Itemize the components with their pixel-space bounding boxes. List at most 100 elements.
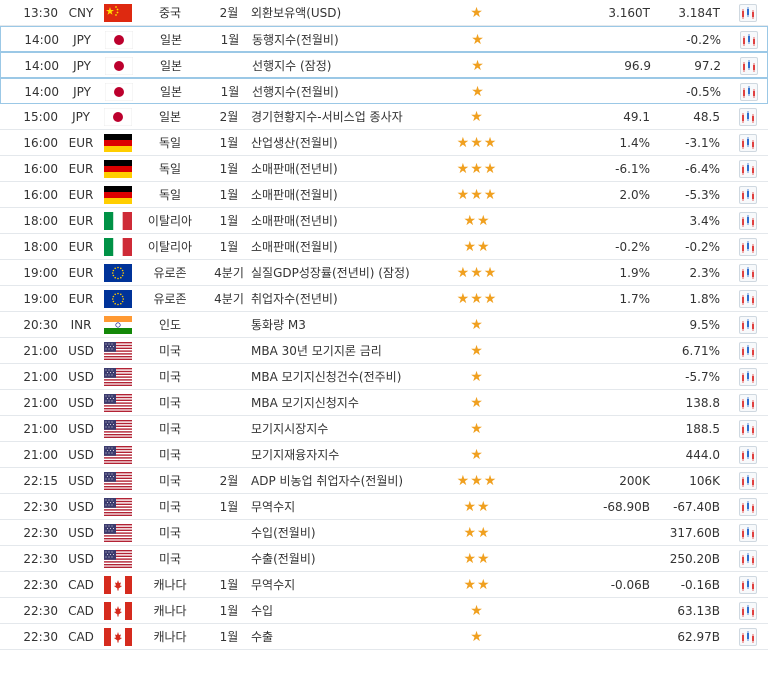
- jp-flag-icon: [105, 31, 133, 49]
- currency-code: CAD: [68, 604, 94, 618]
- chart-icon[interactable]: [739, 160, 757, 178]
- event-name[interactable]: 무역수지: [251, 494, 441, 520]
- eu-flag-icon: [104, 264, 132, 282]
- chart-icon[interactable]: [739, 472, 757, 490]
- event-name[interactable]: 경기현황지수-서비스업 종사자: [251, 104, 441, 130]
- previous-value: 2.3%: [689, 266, 721, 280]
- table-row[interactable]: 22:30 USD 미국 수출(전월비) ★★ 250.20B: [0, 546, 768, 572]
- star-icon: ★: [470, 109, 484, 125]
- us-flag-icon: [104, 446, 132, 464]
- chart-icon[interactable]: [739, 290, 757, 308]
- event-name[interactable]: 무역수지: [251, 572, 441, 598]
- star-icon: ★: [470, 629, 484, 645]
- chart-icon[interactable]: [739, 264, 757, 282]
- table-row[interactable]: 16:00 EUR 독일 1월 소매판매(전년비) ★★★ -6.1% -6.4%: [0, 156, 768, 182]
- event-name[interactable]: 취업자수(전년비): [251, 286, 441, 312]
- table-row[interactable]: 18:00 EUR 이탈리아 1월 소매판매(전월비) ★★ -0.2% -0.2%: [0, 234, 768, 260]
- table-row[interactable]: 22:15 USD 미국 2월 ADP 비농업 취업자수(전월비) ★★★ 200K 106K: [0, 468, 768, 494]
- previous-value: 444.0: [685, 448, 720, 462]
- chart-icon[interactable]: [740, 31, 758, 49]
- event-name[interactable]: 동행지수(전월비): [252, 27, 442, 53]
- event-name[interactable]: 소매판매(전월비): [251, 182, 441, 208]
- chart-icon[interactable]: [740, 57, 758, 75]
- table-row[interactable]: 22:30 CAD 캐나다 1월 무역수지 ★★ -0.06B -0.16B: [0, 572, 768, 598]
- de-flag-icon: [104, 134, 132, 152]
- previous-value: 6.71%: [681, 344, 720, 358]
- country-name: 미국: [158, 370, 182, 384]
- chart-icon[interactable]: [739, 628, 757, 646]
- chart-icon[interactable]: [739, 602, 757, 620]
- event-name[interactable]: 외환보유액(USD): [251, 0, 441, 26]
- chart-icon[interactable]: [739, 498, 757, 516]
- table-row[interactable]: 19:00 EUR 유로존 4분기 실질GDP성장률(전년비) (잠정) ★★★ 1.9% 2…: [0, 260, 768, 286]
- chart-icon[interactable]: [739, 238, 757, 256]
- table-row[interactable]: 15:00 JPY 일본 2월 경기현황지수-서비스업 종사자 ★ 49.1 48.5: [0, 104, 768, 130]
- table-row[interactable]: 14:00 JPY 일본 선행지수 (잠정) ★ 96.9 97.2: [0, 52, 768, 78]
- country-name: 이탈리아: [147, 214, 193, 228]
- table-row[interactable]: 14:00 JPY 일본 1월 선행지수(전월비) ★ -0.5%: [0, 78, 768, 104]
- event-period: 2월: [219, 6, 239, 20]
- table-row[interactable]: 13:30 CNY 중국 2월 외환보유액(USD) ★ 3.160T 3.184T: [0, 0, 768, 26]
- chart-icon[interactable]: [739, 108, 757, 126]
- table-row[interactable]: 22:30 USD 미국 1월 무역수지 ★★ -68.90B -67.40B: [0, 494, 768, 520]
- table-row[interactable]: 21:00 USD 미국 MBA 30년 모기지론 금리 ★ 6.71%: [0, 338, 768, 364]
- chart-icon[interactable]: [739, 576, 757, 594]
- event-name[interactable]: 산업생산(전월비): [251, 130, 441, 156]
- table-row[interactable]: 22:30 USD 미국 수입(전월비) ★★ 317.60B: [0, 520, 768, 546]
- table-row[interactable]: 19:00 EUR 유로존 4분기 취업자수(전년비) ★★★ 1.7% 1.8%: [0, 286, 768, 312]
- event-name[interactable]: MBA 모기지신청지수: [251, 390, 441, 416]
- previous-value: 48.5: [693, 110, 720, 124]
- chart-icon[interactable]: [739, 368, 757, 386]
- event-name[interactable]: 수출: [251, 624, 441, 650]
- chart-icon[interactable]: [739, 550, 757, 568]
- table-row[interactable]: 16:00 EUR 독일 1월 소매판매(전월비) ★★★ 2.0% -5.3%: [0, 182, 768, 208]
- event-time: 16:00: [23, 162, 58, 176]
- table-row[interactable]: 21:00 USD 미국 모기지재융자지수 ★ 444.0: [0, 442, 768, 468]
- chart-icon[interactable]: [739, 316, 757, 334]
- chart-icon[interactable]: [739, 186, 757, 204]
- table-row[interactable]: 20:30 INR 인도 통화량 M3 ★ 9.5%: [0, 312, 768, 338]
- table-row[interactable]: 14:00 JPY 일본 1월 동행지수(전월비) ★ -0.2%: [0, 26, 768, 52]
- event-name[interactable]: 수입(전월비): [251, 520, 441, 546]
- previous-value: 106K: [689, 474, 720, 488]
- event-name[interactable]: 실질GDP성장률(전년비) (잠정): [251, 260, 441, 286]
- event-name[interactable]: 모기지시장지수: [251, 416, 441, 442]
- table-row[interactable]: 18:00 EUR 이탈리아 1월 소매판매(전년비) ★★ 3.4%: [0, 208, 768, 234]
- event-name[interactable]: 선행지수 (잠정): [252, 53, 442, 79]
- chart-icon[interactable]: [739, 394, 757, 412]
- table-row[interactable]: 22:30 CAD 캐나다 1월 수입 ★ 63.13B: [0, 598, 768, 624]
- event-period: 1월: [219, 630, 239, 644]
- table-row[interactable]: 21:00 USD 미국 모기지시장지수 ★ 188.5: [0, 416, 768, 442]
- chart-icon[interactable]: [739, 4, 757, 22]
- event-time: 18:00: [23, 214, 58, 228]
- chart-icon[interactable]: [739, 524, 757, 542]
- event-name[interactable]: 소매판매(전월비): [251, 234, 441, 260]
- event-name[interactable]: MBA 30년 모기지론 금리: [251, 338, 441, 364]
- event-period: [205, 546, 253, 572]
- event-name[interactable]: 통화량 M3: [251, 312, 441, 338]
- it-flag-icon: [104, 212, 132, 230]
- importance-stars: ★: [443, 390, 511, 416]
- chart-icon[interactable]: [739, 446, 757, 464]
- chart-icon[interactable]: [739, 212, 757, 230]
- event-name[interactable]: 소매판매(전년비): [251, 208, 441, 234]
- chart-icon[interactable]: [739, 342, 757, 360]
- event-name[interactable]: 모기지재융자지수: [251, 442, 441, 468]
- jp-flag-icon: [104, 108, 132, 126]
- event-name[interactable]: ADP 비농업 취업자수(전월비): [251, 468, 441, 494]
- table-row[interactable]: 21:00 USD 미국 MBA 모기지신청지수 ★ 138.8: [0, 390, 768, 416]
- event-name[interactable]: 수출(전월비): [251, 546, 441, 572]
- table-row[interactable]: 22:30 CAD 캐나다 1월 수출 ★ 62.97B: [0, 624, 768, 650]
- previous-value: 63.13B: [677, 604, 720, 618]
- event-name[interactable]: 소매판매(전년비): [251, 156, 441, 182]
- table-row[interactable]: 16:00 EUR 독일 1월 산업생산(전월비) ★★★ 1.4% -3.1%: [0, 130, 768, 156]
- event-name[interactable]: MBA 모기지신청건수(전주비): [251, 364, 441, 390]
- event-name[interactable]: 선행지수(전월비): [252, 79, 442, 105]
- table-row[interactable]: 21:00 USD 미국 MBA 모기지신청건수(전주비) ★ -5.7%: [0, 364, 768, 390]
- ca-flag-icon: [104, 576, 132, 594]
- event-name[interactable]: 수입: [251, 598, 441, 624]
- chart-icon[interactable]: [739, 420, 757, 438]
- chart-icon[interactable]: [739, 134, 757, 152]
- chart-icon[interactable]: [740, 83, 758, 101]
- de-flag-icon: [104, 160, 132, 178]
